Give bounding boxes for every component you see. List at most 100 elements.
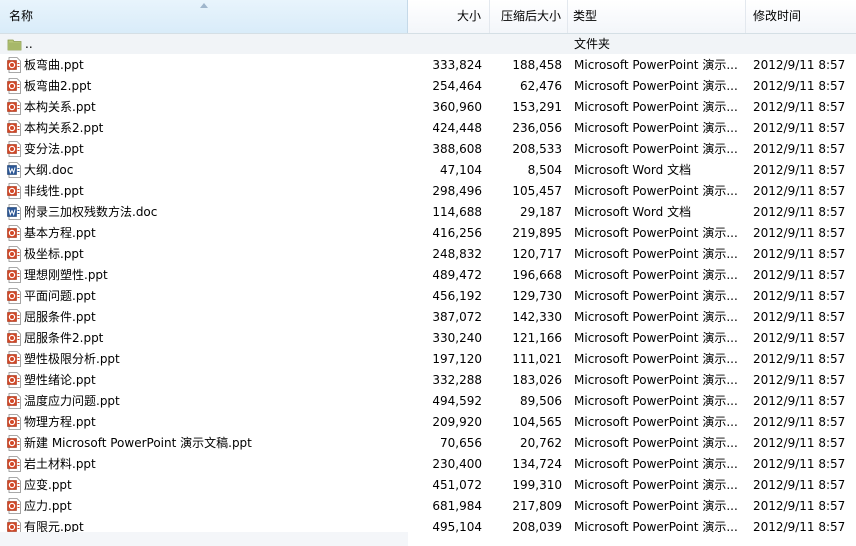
file-row[interactable]: 附录三加权残数方法.doc 114,688 29,187 Microsoft Word… [0,202,856,223]
file-name: 板弯曲.ppt [24,58,84,72]
file-compressed-size: 134,724 [512,457,562,471]
file-row[interactable]: 本构关系2.ppt 424,448 236,056 Microsoft PowerPo… [0,118,856,139]
file-modified: 2012/9/11 8:57 [753,58,846,72]
file-modified: 2012/9/11 8:57 [753,478,846,492]
powerpoint-file-icon [7,57,22,73]
powerpoint-file-icon [7,183,22,199]
file-name: 非线性.ppt [24,184,84,198]
parent-folder-row[interactable]: .. 文件夹 [0,34,856,54]
file-row[interactable]: 塑性绪论.ppt 332,288 183,026 Microsoft PowerPoi… [0,370,856,391]
file-size: 489,472 [432,268,482,282]
file-size: 681,984 [432,499,482,513]
file-size: 332,288 [432,373,482,387]
file-size: 451,072 [432,478,482,492]
file-size: 330,240 [432,331,482,345]
file-row[interactable]: 本构关系.ppt 360,960 153,291 Microsoft PowerPoi… [0,97,856,118]
file-compressed-size: 129,730 [512,289,562,303]
file-compressed-size: 105,457 [512,184,562,198]
list-bottom-area [0,532,408,546]
file-name: 塑性极限分析.ppt [24,352,120,366]
file-compressed-size: 183,026 [512,373,562,387]
powerpoint-file-icon [7,225,22,241]
parent-folder-name: .. [25,37,33,51]
file-type: Microsoft Word 文档 [574,163,692,177]
file-type: Microsoft PowerPoint 演示... [574,415,738,429]
file-size: 416,256 [432,226,482,240]
powerpoint-file-icon [7,288,22,304]
file-size: 254,464 [432,79,482,93]
file-row[interactable]: 平面问题.ppt 456,192 129,730 Microsoft PowerPoi… [0,286,856,307]
file-row[interactable]: 新建 Microsoft PowerPoint 演示文稿.ppt 70,656 20… [0,433,856,454]
file-type: Microsoft PowerPoint 演示... [574,331,738,345]
file-row[interactable]: 应变.ppt 451,072 199,310 Microsoft PowerPoint… [0,475,856,496]
file-row[interactable]: 基本方程.ppt 416,256 219,895 Microsoft PowerPoi… [0,223,856,244]
file-row[interactable]: 非线性.ppt 298,496 105,457 Microsoft PowerPoin… [0,181,856,202]
powerpoint-file-icon [7,78,22,94]
file-modified: 2012/9/11 8:57 [753,373,846,387]
file-row[interactable]: 岩土材料.ppt 230,400 134,724 Microsoft PowerPoi… [0,454,856,475]
file-type: Microsoft PowerPoint 演示... [574,142,738,156]
column-header-compressed-size[interactable]: 压缩后大小 [490,0,568,33]
column-header-modified-label: 修改时间 [753,9,802,23]
file-modified: 2012/9/11 8:57 [753,121,846,135]
powerpoint-file-icon [7,435,22,451]
file-row[interactable]: 温度应力问题.ppt 494,592 89,506 Microsoft PowerPo… [0,391,856,412]
file-name: 大纲.doc [24,163,74,177]
file-modified: 2012/9/11 8:57 [753,184,846,198]
column-header-name[interactable]: 名称 [0,0,408,33]
file-compressed-size: 219,895 [512,226,562,240]
file-modified: 2012/9/11 8:57 [753,289,846,303]
file-compressed-size: 236,056 [512,121,562,135]
file-size: 298,496 [432,184,482,198]
file-modified: 2012/9/11 8:57 [753,499,846,513]
file-modified: 2012/9/11 8:57 [753,394,846,408]
file-row[interactable]: 变分法.ppt 388,608 208,533 Microsoft PowerPoin… [0,139,856,160]
file-row[interactable]: 物理方程.ppt 209,920 104,565 Microsoft PowerPoi… [0,412,856,433]
file-modified: 2012/9/11 8:57 [753,142,846,156]
file-type: Microsoft PowerPoint 演示... [574,478,738,492]
file-row[interactable]: 应力.ppt 681,984 217,809 Microsoft PowerPoint… [0,496,856,517]
file-compressed-size: 208,039 [512,520,562,534]
file-type: Microsoft PowerPoint 演示... [574,58,738,72]
file-compressed-size: 89,506 [520,394,562,408]
file-name: 屈服条件.ppt [24,310,96,324]
file-name: 基本方程.ppt [24,226,96,240]
column-header-compressed-label: 压缩后大小 [500,9,561,23]
column-header-type[interactable]: 类型 [568,0,746,33]
file-name: 温度应力问题.ppt [24,394,120,408]
file-compressed-size: 120,717 [512,247,562,261]
file-size: 388,608 [432,142,482,156]
file-row[interactable]: 塑性极限分析.ppt 197,120 111,021 Microsoft PowerP… [0,349,856,370]
file-size: 209,920 [432,415,482,429]
file-name: 本构关系.ppt [24,100,96,114]
file-row[interactable]: 屈服条件2.ppt 330,240 121,166 Microsoft PowerPo… [0,328,856,349]
file-row[interactable]: 板弯曲.ppt 333,824 188,458 Microsoft PowerPoin… [0,55,856,76]
file-type: Microsoft PowerPoint 演示... [574,457,738,471]
file-type: Microsoft PowerPoint 演示... [574,499,738,513]
file-size: 494,592 [432,394,482,408]
file-row[interactable]: 理想刚塑性.ppt 489,472 196,668 Microsoft PowerPo… [0,265,856,286]
powerpoint-file-icon [7,372,22,388]
file-modified: 2012/9/11 8:57 [753,247,846,261]
column-header-modified[interactable]: 修改时间 [746,0,856,33]
file-row[interactable]: 大纲.doc 47,104 8,504 Microsoft Word 文档 2012/9… [0,160,856,181]
file-size: 248,832 [432,247,482,261]
file-row[interactable]: 极坐标.ppt 248,832 120,717 Microsoft PowerPoin… [0,244,856,265]
file-name: 新建 Microsoft PowerPoint 演示文稿.ppt [24,436,252,450]
column-header-size[interactable]: 大小 [408,0,490,33]
file-compressed-size: 121,166 [512,331,562,345]
file-modified: 2012/9/11 8:57 [753,268,846,282]
file-row[interactable]: 屈服条件.ppt 387,072 142,330 Microsoft PowerPoi… [0,307,856,328]
file-modified: 2012/9/11 8:57 [753,520,846,534]
powerpoint-file-icon [7,141,22,157]
file-type: Microsoft Word 文档 [574,205,692,219]
file-modified: 2012/9/11 8:57 [753,352,846,366]
file-type: Microsoft PowerPoint 演示... [574,184,738,198]
powerpoint-file-icon [7,309,22,325]
file-modified: 2012/9/11 8:57 [753,205,846,219]
column-header-size-label: 大小 [456,9,481,23]
powerpoint-file-icon [7,456,22,472]
file-name: 屈服条件2.ppt [24,331,104,345]
file-row[interactable]: 板弯曲2.ppt 254,464 62,476 Microsoft PowerPoin… [0,76,856,97]
file-compressed-size: 153,291 [512,100,562,114]
